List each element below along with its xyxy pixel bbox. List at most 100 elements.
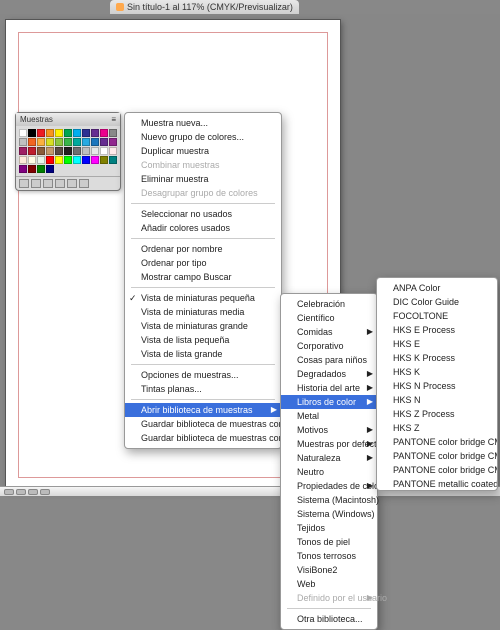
menu-item[interactable]: Ordenar por tipo bbox=[125, 256, 281, 270]
menu-item[interactable]: Tonos de piel bbox=[281, 535, 377, 549]
menu-item[interactable]: FOCOLTONE bbox=[377, 309, 497, 323]
menu-item[interactable]: HKS N bbox=[377, 393, 497, 407]
menu-item[interactable]: Científico bbox=[281, 311, 377, 325]
swatches-panel-header[interactable]: Muestras ≡ bbox=[16, 113, 120, 126]
menu-item[interactable]: Duplicar muestra bbox=[125, 144, 281, 158]
panel-menu-icon[interactable]: ≡ bbox=[111, 115, 116, 124]
swatch[interactable] bbox=[55, 129, 63, 137]
swatch[interactable] bbox=[19, 138, 27, 146]
swatch[interactable] bbox=[19, 165, 27, 173]
swatch[interactable] bbox=[37, 165, 45, 173]
swatch[interactable] bbox=[46, 156, 54, 164]
menu-item[interactable]: Tonos terrosos bbox=[281, 549, 377, 563]
menu-item[interactable]: Cosas para niños bbox=[281, 353, 377, 367]
swatch[interactable] bbox=[91, 147, 99, 155]
menu-item[interactable]: Vista de lista grande bbox=[125, 347, 281, 361]
menu-item[interactable]: Historia del arte▶ bbox=[281, 381, 377, 395]
swatch[interactable] bbox=[109, 138, 117, 146]
menu-item[interactable]: HKS K bbox=[377, 365, 497, 379]
swatch[interactable] bbox=[100, 147, 108, 155]
menu-item[interactable]: Motivos▶ bbox=[281, 423, 377, 437]
menu-item[interactable]: HKS E bbox=[377, 337, 497, 351]
new-swatch-icon[interactable] bbox=[67, 179, 77, 188]
menu-item[interactable]: PANTONE metallic coated bbox=[377, 477, 497, 491]
swatch[interactable] bbox=[37, 147, 45, 155]
menu-item[interactable]: Comidas▶ bbox=[281, 325, 377, 339]
swatch[interactable] bbox=[28, 138, 36, 146]
swatch[interactable] bbox=[91, 129, 99, 137]
swatch[interactable] bbox=[64, 156, 72, 164]
delete-swatch-icon[interactable] bbox=[79, 179, 89, 188]
menu-item[interactable]: Vista de lista pequeña bbox=[125, 333, 281, 347]
menu-item[interactable]: VisiBone2 bbox=[281, 563, 377, 577]
nav-next-icon[interactable] bbox=[28, 489, 38, 495]
swatch[interactable] bbox=[73, 147, 81, 155]
menu-item[interactable]: Naturaleza▶ bbox=[281, 451, 377, 465]
menu-item[interactable]: Metal bbox=[281, 409, 377, 423]
swatch[interactable] bbox=[46, 138, 54, 146]
menu-item[interactable]: HKS E Process bbox=[377, 323, 497, 337]
menu-item[interactable]: Sistema (Windows) bbox=[281, 507, 377, 521]
menu-item[interactable]: Web bbox=[281, 577, 377, 591]
menu-item[interactable]: Muestra nueva... bbox=[125, 116, 281, 130]
swatch[interactable] bbox=[37, 138, 45, 146]
menu-item[interactable]: Eliminar muestra bbox=[125, 172, 281, 186]
swatch[interactable] bbox=[19, 147, 27, 155]
menu-item[interactable]: Vista de miniaturas grande bbox=[125, 319, 281, 333]
swatch[interactable] bbox=[100, 156, 108, 164]
menu-item[interactable]: Otra biblioteca... bbox=[281, 612, 377, 626]
menu-item[interactable]: Tintas planas... bbox=[125, 382, 281, 396]
menu-item[interactable]: Seleccionar no usados bbox=[125, 207, 281, 221]
swatch[interactable] bbox=[37, 129, 45, 137]
color-books-submenu[interactable]: ANPA ColorDIC Color GuideFOCOLTONEHKS E … bbox=[376, 277, 498, 491]
menu-item[interactable]: Guardar biblioteca de muestras como AI..… bbox=[125, 431, 281, 445]
swatch[interactable] bbox=[28, 147, 36, 155]
menu-item[interactable]: Sistema (Macintosh) bbox=[281, 493, 377, 507]
nav-last-icon[interactable] bbox=[40, 489, 50, 495]
swatch[interactable] bbox=[109, 129, 117, 137]
menu-item[interactable]: Neutro bbox=[281, 465, 377, 479]
menu-item[interactable]: PANTONE color bridge CMYK PC bbox=[377, 449, 497, 463]
menu-item[interactable]: DIC Color Guide bbox=[377, 295, 497, 309]
swatch[interactable] bbox=[82, 129, 90, 137]
swatch[interactable] bbox=[19, 156, 27, 164]
swatch-options-icon[interactable] bbox=[43, 179, 53, 188]
menu-item[interactable]: Añadir colores usados bbox=[125, 221, 281, 235]
menu-item[interactable]: Propiedades de color▶ bbox=[281, 479, 377, 493]
menu-item[interactable]: Libros de color▶ bbox=[281, 395, 377, 409]
menu-item[interactable]: Ordenar por nombre bbox=[125, 242, 281, 256]
nav-first-icon[interactable] bbox=[4, 489, 14, 495]
menu-item[interactable]: HKS Z bbox=[377, 421, 497, 435]
swatch[interactable] bbox=[73, 138, 81, 146]
menu-item[interactable]: Mostrar campo Buscar bbox=[125, 270, 281, 284]
swatches-panel-menu[interactable]: Muestra nueva...Nuevo grupo de colores..… bbox=[124, 112, 282, 449]
swatch-libraries-icon[interactable] bbox=[19, 179, 29, 188]
menu-item[interactable]: Corporativo bbox=[281, 339, 377, 353]
swatch[interactable] bbox=[64, 147, 72, 155]
swatch[interactable] bbox=[19, 129, 27, 137]
menu-item[interactable]: Abrir biblioteca de muestras▶ bbox=[125, 403, 281, 417]
menu-item[interactable]: Guardar biblioteca de muestras como ASE.… bbox=[125, 417, 281, 431]
menu-item[interactable]: Tejidos bbox=[281, 521, 377, 535]
swatch[interactable] bbox=[82, 138, 90, 146]
menu-item[interactable]: Celebración bbox=[281, 297, 377, 311]
menu-item[interactable]: HKS N Process bbox=[377, 379, 497, 393]
swatch[interactable] bbox=[64, 129, 72, 137]
swatch[interactable] bbox=[28, 165, 36, 173]
swatch[interactable] bbox=[64, 138, 72, 146]
swatch[interactable] bbox=[55, 147, 63, 155]
menu-item[interactable]: Nuevo grupo de colores... bbox=[125, 130, 281, 144]
menu-item[interactable]: ✓Vista de miniaturas pequeña bbox=[125, 291, 281, 305]
swatch[interactable] bbox=[100, 138, 108, 146]
swatch[interactable] bbox=[28, 129, 36, 137]
swatch[interactable] bbox=[82, 156, 90, 164]
swatch[interactable] bbox=[55, 138, 63, 146]
menu-item[interactable]: HKS Z Process bbox=[377, 407, 497, 421]
swatch[interactable] bbox=[46, 165, 54, 173]
swatch[interactable] bbox=[55, 156, 63, 164]
swatch[interactable] bbox=[46, 129, 54, 137]
menu-item[interactable]: PANTONE color bridge CMYK EC bbox=[377, 435, 497, 449]
swatch[interactable] bbox=[46, 147, 54, 155]
swatch[interactable] bbox=[91, 156, 99, 164]
new-group-icon[interactable] bbox=[55, 179, 65, 188]
